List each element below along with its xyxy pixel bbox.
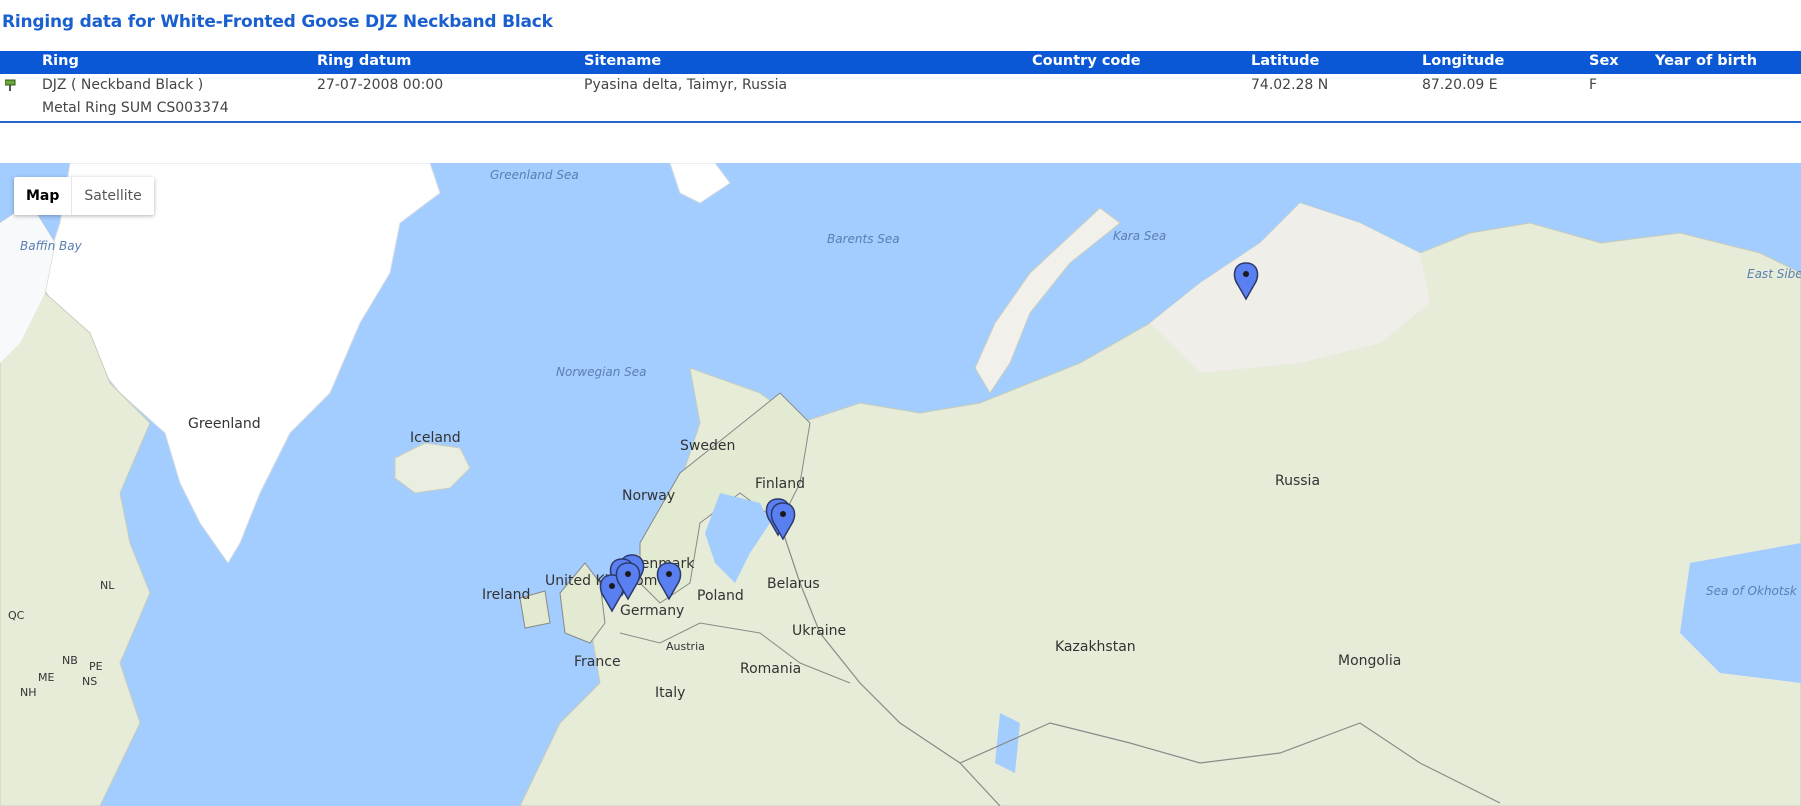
label-sea-of-okhotsk: Sea of Okhotsk <box>1706 584 1798 598</box>
label-germany: Germany <box>620 603 684 619</box>
label-kara-sea: Kara Sea <box>1113 229 1166 243</box>
label-italy: Italy <box>655 685 685 701</box>
header-year-of-birth: Year of birth <box>1655 53 1758 69</box>
label-nl: NL <box>100 579 115 592</box>
table-row: DJZ ( Neckband Black ) 27-07-2008 00:00 … <box>0 74 1801 99</box>
label-greenland: Greenland <box>188 416 261 432</box>
label-finland: Finland <box>755 476 805 492</box>
label-me: ME <box>38 671 54 684</box>
label-pe: PE <box>89 660 103 673</box>
header-sitename: Sitename <box>584 53 662 69</box>
cell-sitename: Pyasina delta, Taimyr, Russia <box>584 77 788 93</box>
label-norwegian-sea: Norwegian Sea <box>556 365 647 379</box>
cell-ring-datum: 27-07-2008 00:00 <box>317 77 444 93</box>
cell-sex: F <box>1589 77 1598 93</box>
header-sex: Sex <box>1589 53 1619 69</box>
header-longitude: Longitude <box>1422 53 1505 69</box>
cell-latitude: 74.02.28 N <box>1251 77 1329 93</box>
map-type-control: Map Satellite <box>14 177 154 215</box>
label-france: France <box>574 654 621 670</box>
label-romania: Romania <box>740 661 801 677</box>
label-austria: Austria <box>666 640 705 653</box>
label-belarus: Belarus <box>767 576 820 592</box>
label-poland: Poland <box>697 588 744 604</box>
header-ring: Ring <box>42 53 79 69</box>
page-title: Ringing data for White-Fronted Goose DJZ… <box>2 12 553 32</box>
label-iceland: Iceland <box>410 430 461 446</box>
label-sweden: Sweden <box>680 438 735 454</box>
label-qc: QC <box>8 609 25 622</box>
label-nb: NB <box>62 654 78 667</box>
header-latitude: Latitude <box>1251 53 1320 69</box>
ring-flag-icon <box>5 79 16 91</box>
label-russia: Russia <box>1275 473 1320 489</box>
label-nh: NH <box>20 686 37 699</box>
map-graphic[interactable]: Greenland Sea Baffin Bay Barents Sea Kar… <box>0 163 1801 806</box>
label-east-siberian: East Siberian <box>1747 267 1801 281</box>
cell-ring: DJZ ( Neckband Black ) <box>42 77 204 93</box>
label-kazakhstan: Kazakhstan <box>1055 639 1136 655</box>
map-type-map-button[interactable]: Map <box>14 177 73 215</box>
label-ns: NS <box>82 675 97 688</box>
table-header-row: Ring Ring datum Sitename Country code La… <box>0 51 1801 74</box>
label-baffin-bay: Baffin Bay <box>20 239 83 253</box>
label-barents-sea: Barents Sea <box>827 232 900 246</box>
label-ireland: Ireland <box>482 587 530 603</box>
table-row-extra: Metal Ring SUM CS003374 <box>0 99 1801 123</box>
map-type-satellite-button[interactable]: Satellite <box>72 177 153 215</box>
map-canvas[interactable]: Greenland Sea Baffin Bay Barents Sea Kar… <box>0 163 1801 806</box>
label-greenland-sea: Greenland Sea <box>490 168 579 182</box>
label-norway: Norway <box>622 488 675 504</box>
label-mongolia: Mongolia <box>1338 653 1401 669</box>
cell-extra-ring: Metal Ring SUM CS003374 <box>42 100 229 116</box>
header-country-code: Country code <box>1032 53 1141 69</box>
label-ukraine: Ukraine <box>792 623 846 639</box>
cell-longitude: 87.20.09 E <box>1422 77 1498 93</box>
ringing-table: Ring Ring datum Sitename Country code La… <box>0 51 1801 123</box>
header-ring-datum: Ring datum <box>317 53 412 69</box>
